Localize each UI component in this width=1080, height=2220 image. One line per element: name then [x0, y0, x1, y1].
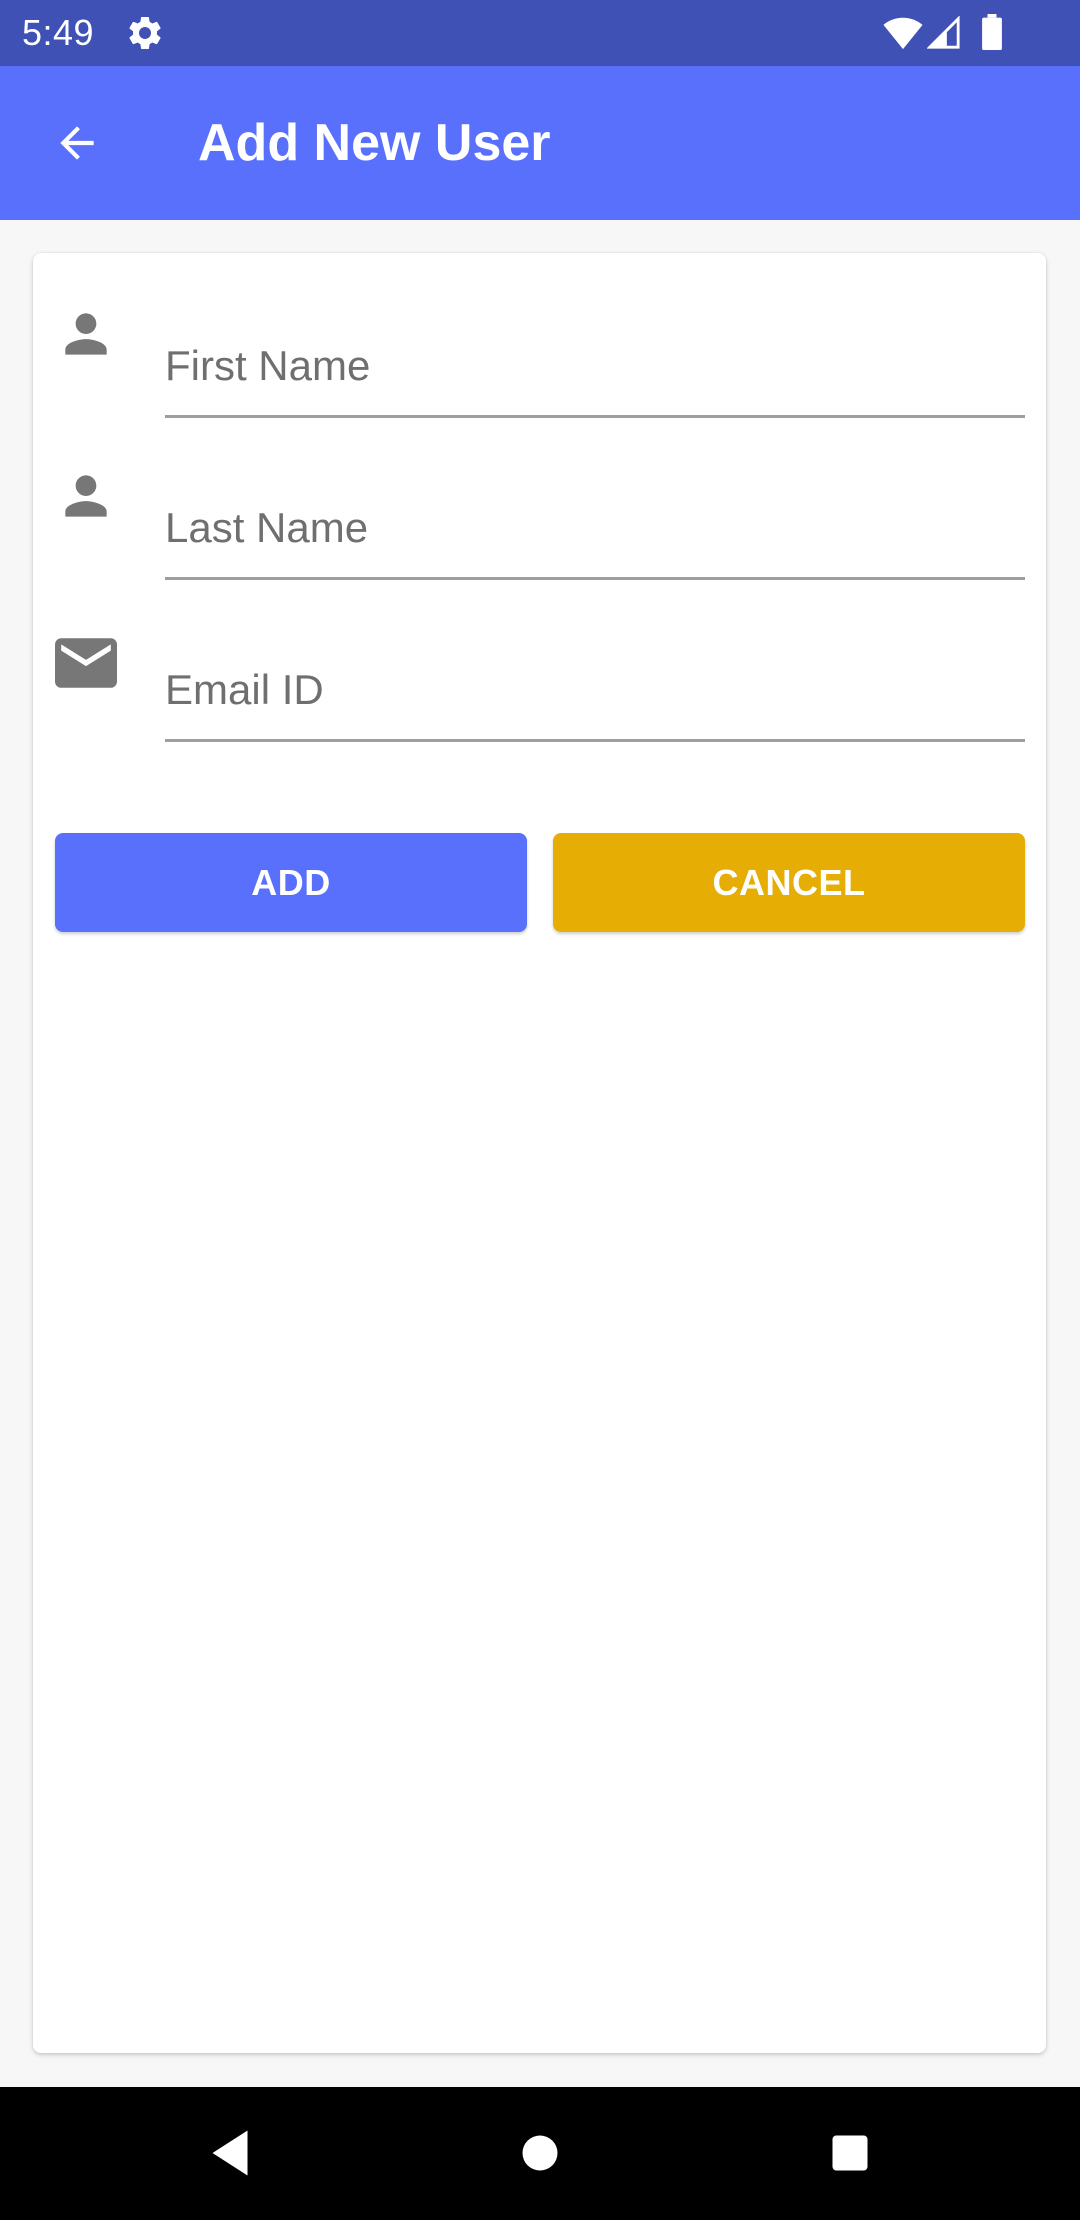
gear-icon: [129, 16, 161, 49]
person-icon: [65, 475, 107, 517]
signal-icon: [927, 16, 960, 49]
battery-icon: [982, 14, 1002, 50]
nav-home-icon[interactable]: [510, 2123, 570, 2183]
email-row: [33, 612, 1046, 742]
mail-icon: [55, 638, 117, 688]
add-button[interactable]: ADD: [55, 833, 527, 932]
navigation-bar: [0, 2087, 1080, 2220]
first-name-input[interactable]: [165, 338, 1025, 418]
cancel-button[interactable]: CANCEL: [553, 833, 1025, 932]
last-name-row: [33, 450, 1046, 580]
status-bar: 5:49: [0, 0, 1080, 66]
last-name-input[interactable]: [165, 500, 1025, 580]
arrow-back-icon: [60, 126, 94, 160]
page-title: Add New User: [198, 114, 551, 172]
email-field[interactable]: [165, 662, 1025, 742]
add-user-form-card: ADD CANCEL: [33, 253, 1046, 2053]
nav-recents-icon[interactable]: [820, 2123, 880, 2183]
nav-back-icon[interactable]: [200, 2123, 260, 2183]
first-name-row: [33, 288, 1046, 418]
status-time: 5:49: [22, 12, 95, 53]
app-bar: Add New User: [0, 66, 1080, 220]
person-icon: [65, 313, 107, 355]
back-button[interactable]: [40, 106, 114, 180]
wifi-icon: [883, 17, 923, 50]
